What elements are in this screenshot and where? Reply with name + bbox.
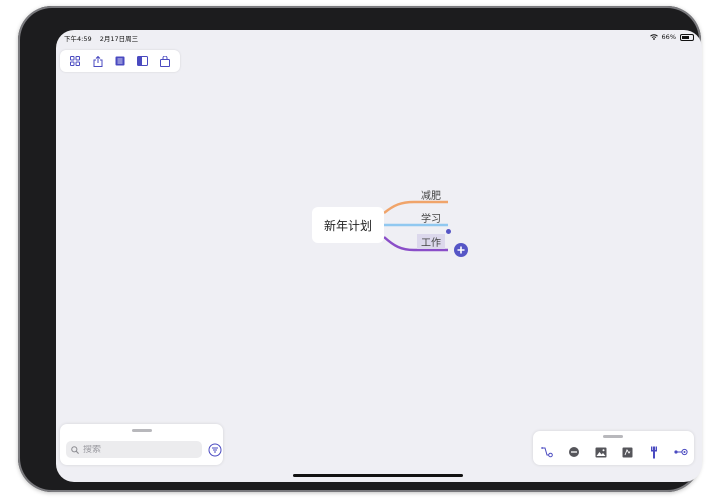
mindmap-branches	[383, 200, 448, 252]
panel-grabber[interactable]	[603, 435, 623, 438]
add-topic-button[interactable]	[454, 243, 468, 257]
outline-list-icon[interactable]	[112, 53, 128, 69]
filter-icon	[208, 443, 222, 457]
home-indicator[interactable]	[293, 474, 463, 477]
search-input[interactable]	[83, 444, 193, 455]
style-brush-icon[interactable]	[646, 444, 662, 460]
status-date: 2月17日周三	[99, 35, 139, 43]
collapse-icon[interactable]	[566, 444, 582, 460]
battery-icon	[680, 33, 694, 41]
panel-grabber[interactable]	[132, 429, 152, 432]
search-panel	[60, 424, 223, 465]
central-topic-label: 新年计划	[323, 218, 372, 233]
share-icon[interactable]	[90, 53, 106, 69]
search-field[interactable]	[66, 441, 202, 458]
grid-view-icon[interactable]	[67, 53, 83, 69]
wifi-icon	[649, 34, 658, 40]
format-panel	[533, 431, 694, 465]
status-time: 下午4:59	[64, 35, 92, 43]
topic-label: 减肥	[421, 191, 441, 202]
top-toolbar	[60, 50, 180, 72]
sidebar-toggle-icon[interactable]	[134, 53, 150, 69]
sticker-icon[interactable]	[619, 444, 635, 460]
app-screen: 下午4:59 2月17日周三 66% 新年计划 减肥 学习 工作 搜索	[56, 30, 702, 482]
relationship-icon[interactable]	[539, 444, 555, 460]
battery-percent: 66%	[661, 33, 676, 41]
image-icon[interactable]	[593, 444, 609, 460]
store-bag-icon[interactable]	[157, 53, 173, 69]
topic-label: 工作	[421, 238, 441, 249]
ipad-frame: 下午4:59 2月17日周三 66% 新年计划 减肥 学习 工作 搜索	[18, 6, 702, 492]
filter-button[interactable]	[208, 442, 222, 457]
topic-node[interactable]: 学习	[421, 210, 441, 225]
topic-node-selected[interactable]: 工作	[417, 234, 445, 249]
central-topic[interactable]: 新年计划	[312, 207, 384, 243]
search-icon	[71, 445, 79, 454]
selection-handle[interactable]	[446, 229, 451, 234]
topic-node[interactable]: 减肥	[421, 187, 441, 202]
topic-label: 学习	[421, 214, 441, 225]
connect-icon[interactable]	[673, 444, 689, 460]
status-bar: 下午4:59 2月17日周三 66%	[56, 30, 702, 44]
plus-icon	[457, 246, 465, 254]
